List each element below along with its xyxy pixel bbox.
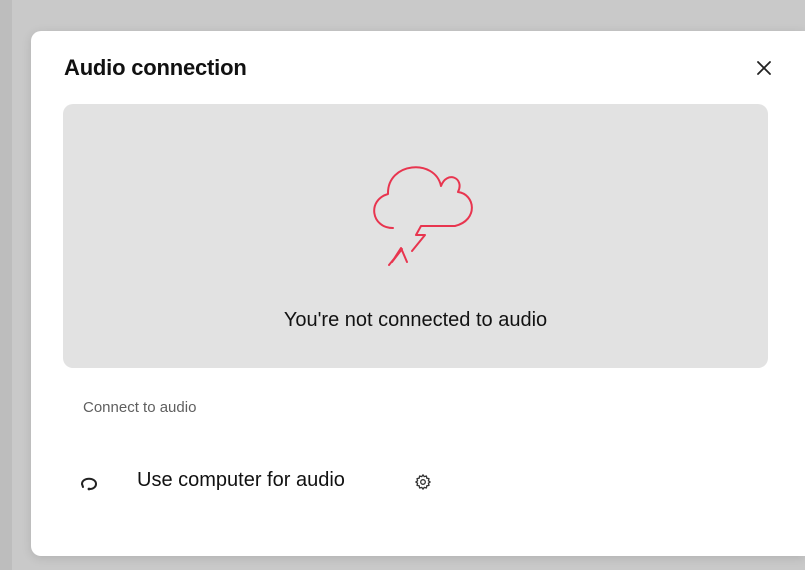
use-computer-audio-option[interactable]: Use computer for audio [75, 463, 495, 499]
backdrop [0, 0, 12, 570]
connection-status-panel: You're not connected to audio [63, 104, 768, 368]
gear-icon[interactable] [414, 473, 432, 491]
connect-section-label: Connect to audio [83, 399, 197, 416]
close-icon[interactable] [753, 57, 775, 79]
dialog-title: Audio connection [64, 55, 247, 80]
use-computer-audio-label: Use computer for audio [137, 469, 345, 491]
disconnected-cloud-icon [373, 166, 473, 266]
headset-icon [81, 477, 97, 491]
audio-connection-dialog: Audio connection You're not connected to… [31, 31, 805, 556]
status-message: You're not connected to audio [283, 309, 548, 331]
